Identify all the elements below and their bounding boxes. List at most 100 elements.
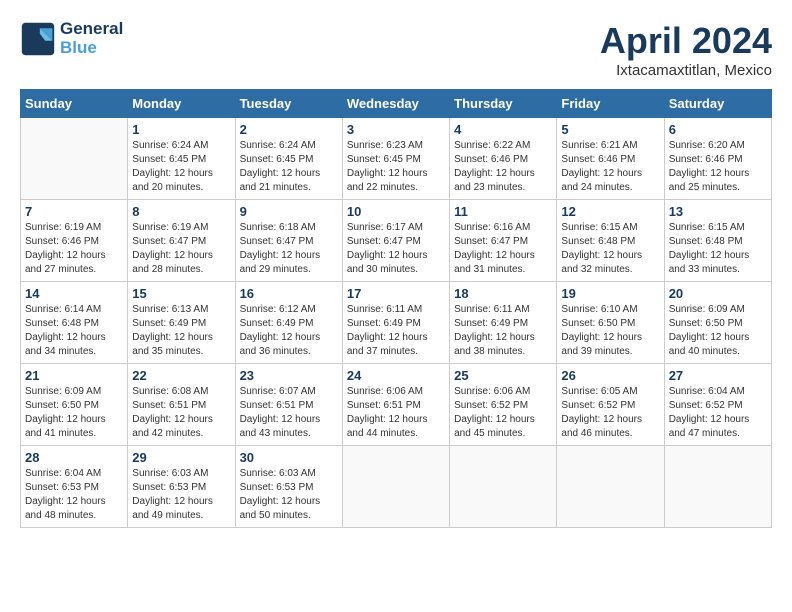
calendar-cell [342, 446, 449, 528]
day-number: 18 [454, 286, 552, 301]
logo-icon [20, 21, 56, 57]
logo-text: General Blue [60, 20, 123, 57]
calendar-cell: 8 Sunrise: 6:19 AMSunset: 6:47 PMDaylight… [128, 200, 235, 282]
day-number: 8 [132, 204, 230, 219]
calendar-cell: 2Sunrise: 6:24 AMSunset: 6:45 PMDaylight… [235, 118, 342, 200]
calendar-cell [664, 446, 771, 528]
calendar-cell: 14Sunrise: 6:14 AMSunset: 6:48 PMDayligh… [21, 282, 128, 364]
day-number: 23 [240, 368, 338, 383]
calendar-cell: 27 Sunrise: 6:04 AMSunset: 6:52 PMDayligh… [664, 364, 771, 446]
calendar-cell: 6 Sunrise: 6:20 AMSunset: 6:46 PMDaylight… [664, 118, 771, 200]
day-info: Sunrise: 6:19 AMSunset: 6:47 PMDaylight:… [132, 221, 230, 277]
calendar-cell: 29 Sunrise: 6:03 AMSunset: 6:53 PMDayligh… [128, 446, 235, 528]
day-number: 15 [132, 286, 230, 301]
calendar-cell: 26 Sunrise: 6:05 AMSunset: 6:52 PMDayligh… [557, 364, 664, 446]
weekday-header-friday: Friday [557, 90, 664, 118]
day-number: 30 [240, 450, 338, 465]
weekday-header-tuesday: Tuesday [235, 90, 342, 118]
week-row-3: 14Sunrise: 6:14 AMSunset: 6:48 PMDayligh… [21, 282, 772, 364]
day-number: 22 [132, 368, 230, 383]
calendar-cell: 1 Sunrise: 6:24 AMSunset: 6:45 PMDaylight… [128, 118, 235, 200]
location: Ixtacamaxtitlan, Mexico [600, 62, 772, 79]
day-number: 19 [561, 286, 659, 301]
day-number: 24 [347, 368, 445, 383]
day-info: Sunrise: 6:23 AMSunset: 6:45 PMDaylight:… [347, 139, 445, 195]
day-number: 6 [669, 122, 767, 137]
day-info: Sunrise: 6:24 AMSunset: 6:45 PMDaylight:… [132, 139, 230, 195]
day-info: Sunrise: 6:04 AMSunset: 6:52 PMDaylight:… [669, 385, 767, 441]
week-row-4: 21 Sunrise: 6:09 AMSunset: 6:50 PMDayligh… [21, 364, 772, 446]
calendar-cell: 13 Sunrise: 6:15 AMSunset: 6:48 PMDayligh… [664, 200, 771, 282]
day-number: 17 [347, 286, 445, 301]
calendar-cell [450, 446, 557, 528]
week-row-1: 1 Sunrise: 6:24 AMSunset: 6:45 PMDaylight… [21, 118, 772, 200]
calendar-cell: 16 Sunrise: 6:12 AMSunset: 6:49 PMDayligh… [235, 282, 342, 364]
calendar-cell: 11 Sunrise: 6:16 AMSunset: 6:47 PMDayligh… [450, 200, 557, 282]
title-block: April 2024 Ixtacamaxtitlan, Mexico [600, 20, 772, 79]
day-info: Sunrise: 6:18 AMSunset: 6:47 PMDaylight:… [240, 221, 338, 277]
weekday-header-monday: Monday [128, 90, 235, 118]
calendar-cell [557, 446, 664, 528]
day-info: Sunrise: 6:09 AMSunset: 6:50 PMDaylight:… [669, 303, 767, 359]
calendar-cell: 30Sunrise: 6:03 AMSunset: 6:53 PMDayligh… [235, 446, 342, 528]
calendar-cell: 15 Sunrise: 6:13 AMSunset: 6:49 PMDayligh… [128, 282, 235, 364]
day-info: Sunrise: 6:06 AMSunset: 6:52 PMDaylight:… [454, 385, 552, 441]
day-info: Sunrise: 6:07 AMSunset: 6:51 PMDaylight:… [240, 385, 338, 441]
day-number: 25 [454, 368, 552, 383]
calendar-cell: 4Sunrise: 6:22 AMSunset: 6:46 PMDaylight… [450, 118, 557, 200]
calendar-cell: 18 Sunrise: 6:11 AMSunset: 6:49 PMDayligh… [450, 282, 557, 364]
week-row-5: 28 Sunrise: 6:04 AMSunset: 6:53 PMDayligh… [21, 446, 772, 528]
day-number: 21 [25, 368, 123, 383]
calendar-cell [21, 118, 128, 200]
day-info: Sunrise: 6:03 AMSunset: 6:53 PMDaylight:… [132, 467, 230, 523]
day-number: 3 [347, 122, 445, 137]
weekday-header-row: SundayMondayTuesdayWednesdayThursdayFrid… [21, 90, 772, 118]
calendar-table: SundayMondayTuesdayWednesdayThursdayFrid… [20, 89, 772, 528]
day-number: 10 [347, 204, 445, 219]
day-number: 26 [561, 368, 659, 383]
page-header: General Blue April 2024 Ixtacamaxtitlan,… [20, 20, 772, 79]
day-info: Sunrise: 6:05 AMSunset: 6:52 PMDaylight:… [561, 385, 659, 441]
calendar-cell: 20Sunrise: 6:09 AMSunset: 6:50 PMDayligh… [664, 282, 771, 364]
day-info: Sunrise: 6:16 AMSunset: 6:47 PMDaylight:… [454, 221, 552, 277]
day-number: 2 [240, 122, 338, 137]
day-number: 5 [561, 122, 659, 137]
calendar-cell: 24 Sunrise: 6:06 AMSunset: 6:51 PMDayligh… [342, 364, 449, 446]
day-info: Sunrise: 6:15 AMSunset: 6:48 PMDaylight:… [561, 221, 659, 277]
day-info: Sunrise: 6:12 AMSunset: 6:49 PMDaylight:… [240, 303, 338, 359]
day-number: 13 [669, 204, 767, 219]
calendar-cell: 12 Sunrise: 6:15 AMSunset: 6:48 PMDayligh… [557, 200, 664, 282]
day-number: 16 [240, 286, 338, 301]
day-number: 7 [25, 204, 123, 219]
day-number: 27 [669, 368, 767, 383]
day-info: Sunrise: 6:06 AMSunset: 6:51 PMDaylight:… [347, 385, 445, 441]
day-info: Sunrise: 6:10 AMSunset: 6:50 PMDaylight:… [561, 303, 659, 359]
day-info: Sunrise: 6:08 AMSunset: 6:51 PMDaylight:… [132, 385, 230, 441]
week-row-2: 7Sunrise: 6:19 AMSunset: 6:46 PMDaylight… [21, 200, 772, 282]
day-number: 29 [132, 450, 230, 465]
day-number: 14 [25, 286, 123, 301]
calendar-cell: 17 Sunrise: 6:11 AMSunset: 6:49 PMDayligh… [342, 282, 449, 364]
calendar-cell: 23 Sunrise: 6:07 AMSunset: 6:51 PMDayligh… [235, 364, 342, 446]
weekday-header-sunday: Sunday [21, 90, 128, 118]
calendar-cell: 5Sunrise: 6:21 AMSunset: 6:46 PMDaylight… [557, 118, 664, 200]
day-info: Sunrise: 6:04 AMSunset: 6:53 PMDaylight:… [25, 467, 123, 523]
day-number: 1 [132, 122, 230, 137]
day-info: Sunrise: 6:09 AMSunset: 6:50 PMDaylight:… [25, 385, 123, 441]
day-number: 12 [561, 204, 659, 219]
day-info: Sunrise: 6:11 AMSunset: 6:49 PMDaylight:… [454, 303, 552, 359]
day-info: Sunrise: 6:11 AMSunset: 6:49 PMDaylight:… [347, 303, 445, 359]
weekday-header-saturday: Saturday [664, 90, 771, 118]
calendar-cell: 25 Sunrise: 6:06 AMSunset: 6:52 PMDayligh… [450, 364, 557, 446]
day-info: Sunrise: 6:13 AMSunset: 6:49 PMDaylight:… [132, 303, 230, 359]
day-number: 11 [454, 204, 552, 219]
day-number: 28 [25, 450, 123, 465]
calendar-cell: 7Sunrise: 6:19 AMSunset: 6:46 PMDaylight… [21, 200, 128, 282]
day-info: Sunrise: 6:15 AMSunset: 6:48 PMDaylight:… [669, 221, 767, 277]
calendar-cell: 10Sunrise: 6:17 AMSunset: 6:47 PMDayligh… [342, 200, 449, 282]
weekday-header-thursday: Thursday [450, 90, 557, 118]
calendar-cell: 28 Sunrise: 6:04 AMSunset: 6:53 PMDayligh… [21, 446, 128, 528]
weekday-header-wednesday: Wednesday [342, 90, 449, 118]
day-info: Sunrise: 6:20 AMSunset: 6:46 PMDaylight:… [669, 139, 767, 195]
calendar-cell: 9Sunrise: 6:18 AMSunset: 6:47 PMDaylight… [235, 200, 342, 282]
